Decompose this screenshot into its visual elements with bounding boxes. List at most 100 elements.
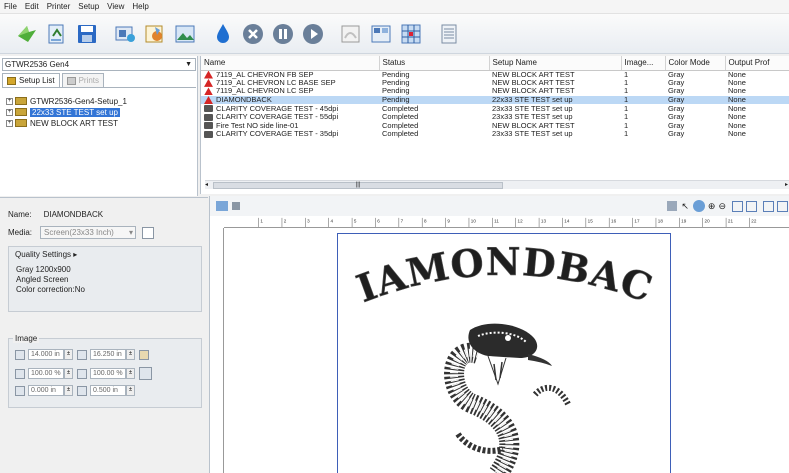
- preview-toolbar: ↖ ⊕ ⊖: [210, 196, 789, 216]
- setup-icon[interactable]: [142, 20, 168, 48]
- column-header-color-mode[interactable]: Color Mode: [665, 56, 726, 71]
- ruler-number: 1: [260, 218, 263, 223]
- menu-view[interactable]: View: [107, 2, 124, 11]
- layout-icon[interactable]: [398, 20, 424, 48]
- align-icon[interactable]: [667, 201, 678, 211]
- fit-page-icon[interactable]: [732, 200, 743, 212]
- job-output-cell: None: [728, 130, 746, 139]
- ruler-number: 11: [494, 218, 499, 223]
- job-row[interactable]: CLARITY COVERAGE TEST - 35dpi Completed 23…: [201, 130, 789, 139]
- menu-printer[interactable]: Printer: [47, 2, 71, 11]
- pos-x-field[interactable]: 0.000 in: [28, 385, 64, 396]
- column-header-output[interactable]: Output Prof: [725, 56, 789, 71]
- pan-icon[interactable]: [692, 200, 705, 212]
- queue-icon[interactable]: [436, 20, 462, 48]
- scroll-right-icon[interactable]: ▸: [785, 181, 788, 188]
- job-output-cell: None: [728, 104, 746, 113]
- image-props-icon[interactable]: [216, 201, 228, 211]
- scale-y-icon: [77, 368, 87, 379]
- ruler-number: 10: [471, 218, 477, 223]
- scale-y-field[interactable]: 100.00 %: [90, 368, 126, 379]
- ruler-number: 14: [564, 218, 570, 223]
- play-icon[interactable]: [300, 20, 326, 48]
- media-select[interactable]: Screen(23x33 Inch) ▾: [40, 226, 137, 239]
- horizontal-scrollbar[interactable]: ◂ ||| ▸: [205, 180, 789, 189]
- save-icon[interactable]: [74, 20, 100, 48]
- grid-icon[interactable]: [232, 202, 240, 210]
- ruler-number: 19: [681, 218, 687, 223]
- fit-icon[interactable]: [139, 367, 152, 380]
- quality-settings-text: Gray 1200x900 Angled Screen Color correc…: [16, 265, 85, 294]
- folder-icon: [15, 108, 27, 116]
- menu-edit[interactable]: Edit: [25, 2, 39, 11]
- scrollbar-thumb[interactable]: |||: [213, 182, 503, 189]
- actual-size-icon[interactable]: [746, 200, 757, 212]
- height-field[interactable]: 16.250 in: [90, 349, 126, 360]
- width-stepper[interactable]: ±: [64, 349, 73, 360]
- view-single-icon[interactable]: [763, 200, 774, 212]
- tree-item[interactable]: + 22x33 STE TEST set up: [2, 107, 196, 117]
- list-icon: [7, 76, 16, 85]
- job-row[interactable]: CLARITY COVERAGE TEST - 55dpi Completed 23…: [201, 113, 789, 122]
- quality-settings-toggle[interactable]: Quality Settings ▸: [15, 250, 77, 259]
- scale-x-stepper[interactable]: ±: [64, 368, 73, 379]
- job-row[interactable]: 7119_AL CHEVRON FB SEP Pending NEW BLOCK A…: [201, 70, 789, 79]
- column-header-image[interactable]: Image...: [621, 56, 666, 71]
- tree-item[interactable]: + NEW BLOCK ART TEST: [2, 118, 196, 128]
- zoom-out-icon[interactable]: ⊖: [718, 201, 726, 212]
- column-header-name[interactable]: Name: [201, 56, 380, 71]
- width-field[interactable]: 14.000 in: [28, 349, 64, 360]
- job-row[interactable]: 7119_AL CHEVRON LC SEP Pending NEW BLOCK A…: [201, 87, 789, 96]
- pos-x-icon: [15, 385, 25, 396]
- ruler-number: 4: [331, 218, 334, 223]
- job-setup-cell: NEW BLOCK ART TEST: [492, 87, 575, 96]
- expand-icon[interactable]: +: [6, 119, 13, 127]
- grid-view-icon[interactable]: [368, 20, 394, 48]
- job-row[interactable]: CLARITY COVERAGE TEST - 45dpi Completed 23…: [201, 104, 789, 113]
- pos-y-stepper[interactable]: ±: [126, 385, 135, 396]
- printer-settings-icon[interactable]: [112, 20, 138, 48]
- column-header-setup[interactable]: Setup Name: [489, 56, 622, 71]
- menu-help[interactable]: Help: [132, 2, 148, 11]
- printer-select[interactable]: GTWR2536 Gen4 ▼: [2, 58, 196, 71]
- job-row[interactable]: DIAMONDBACK Pending 22x33 STE TEST set up 1…: [201, 95, 789, 105]
- ink-drop-icon[interactable]: [210, 20, 236, 48]
- menu-bar: File Edit Printer Setup View Help: [0, 0, 789, 14]
- pointer-icon[interactable]: ↖: [681, 201, 689, 212]
- scale-y-stepper[interactable]: ±: [126, 368, 135, 379]
- name-row: Name: DIAMONDBACK: [8, 210, 103, 219]
- job-row[interactable]: 7119_AL CHEVRON LC BASE SEP Pending NEW BL…: [201, 79, 789, 88]
- pause-icon[interactable]: [270, 20, 296, 48]
- ruler-number: 18: [658, 218, 664, 223]
- print-sheet: DIAMONDBACK: [337, 233, 671, 473]
- menu-file[interactable]: File: [4, 2, 17, 11]
- expand-icon[interactable]: +: [6, 108, 13, 116]
- view-multi-icon[interactable]: [777, 200, 788, 212]
- job-row[interactable]: Fire Test NO side line-01 Completed NEW BL…: [201, 122, 789, 131]
- media-settings-icon[interactable]: [142, 226, 155, 239]
- tab-setup-list[interactable]: Setup List: [2, 73, 60, 87]
- column-header-status[interactable]: Status: [379, 56, 490, 71]
- chevron-down-icon: ▾: [129, 228, 134, 237]
- zoom-in-icon[interactable]: ⊕: [708, 201, 716, 212]
- height-icon: [77, 349, 87, 360]
- job-color-cell: Gray: [668, 70, 685, 79]
- job-setup-cell: NEW BLOCK ART TEST: [492, 70, 575, 79]
- image-icon[interactable]: [172, 20, 198, 48]
- lock-icon[interactable]: [139, 349, 149, 360]
- menu-setup[interactable]: Setup: [78, 2, 99, 11]
- pos-x-stepper[interactable]: ±: [64, 385, 73, 396]
- cancel-icon[interactable]: [240, 20, 266, 48]
- tree-item[interactable]: + GTWR2536-Gen4-Setup_1: [2, 96, 196, 106]
- scroll-left-icon[interactable]: ◂: [205, 181, 208, 188]
- pos-y-field[interactable]: 0.500 in: [90, 385, 126, 396]
- height-stepper[interactable]: ±: [126, 349, 135, 360]
- tab-prints[interactable]: Prints: [61, 73, 105, 87]
- print-preview-icon[interactable]: [338, 20, 364, 48]
- import-icon[interactable]: [44, 20, 70, 48]
- vertical-ruler: [214, 228, 224, 473]
- open-icon[interactable]: [14, 20, 40, 48]
- scale-x-field[interactable]: 100.00 %: [28, 368, 64, 379]
- job-output-cell: None: [725, 95, 789, 105]
- expand-icon[interactable]: +: [6, 97, 13, 105]
